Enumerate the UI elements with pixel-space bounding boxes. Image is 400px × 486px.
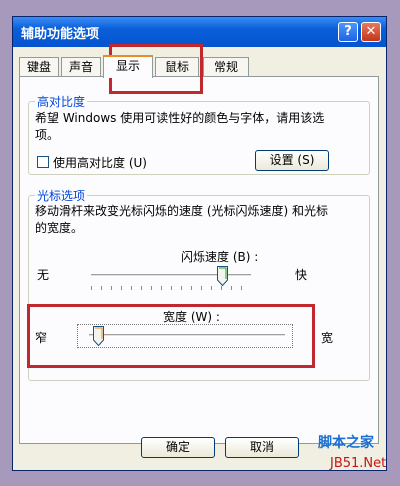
watermark-site-name: 脚本之家 (318, 435, 374, 451)
blink-max-label: 快 (295, 268, 308, 282)
high-contrast-description-line1: 希望 Windows 使用可读性好的颜色与字体，请用该选 (35, 111, 325, 125)
cursor-options-group-title: 光标选项 (35, 187, 88, 204)
high-contrast-description-line2: 项。 (35, 128, 60, 142)
cursor-options-group: 光标选项 移动滑杆来改变光标闪烁的速度 (光标闪烁速度) 和光标 的宽度。 闪烁… (27, 187, 370, 381)
display-tab-panel: 高对比度 希望 Windows 使用可读性好的颜色与字体，请用该选 项。 使用高… (19, 76, 379, 444)
width-label: 宽度 (W) : (163, 310, 220, 324)
width-slider-track[interactable] (89, 334, 285, 337)
tab-sound[interactable]: 声音 (61, 57, 101, 77)
high-contrast-description: 希望 Windows 使用可读性好的颜色与字体，请用该选 项。 (35, 110, 324, 144)
tab-general[interactable]: 常规 (203, 57, 249, 77)
title-bar[interactable]: 辅助功能选项 ? ✕ (13, 17, 386, 47)
ok-button[interactable]: 确定 (141, 437, 215, 458)
settings-button[interactable]: 设置 (S) (255, 150, 329, 171)
blink-rate-slider-thumb[interactable] (216, 266, 228, 286)
tab-display[interactable]: 显示 (103, 55, 153, 78)
width-max-label: 宽 (321, 331, 334, 345)
width-min-label: 窄 (35, 331, 48, 345)
cursor-options-description-line2: 的宽度。 (35, 221, 84, 235)
cursor-options-description: 移动滑杆来改变光标闪烁的速度 (光标闪烁速度) 和光标 的宽度。 (35, 203, 328, 237)
window-title: 辅助功能选项 (21, 27, 100, 42)
tab-keyboard[interactable]: 键盘 (19, 57, 59, 77)
width-slider-thumb[interactable] (93, 326, 105, 346)
blink-rate-label: 闪烁速度 (B) : (181, 250, 259, 264)
high-contrast-checkbox-label[interactable]: 使用高对比度 (U) (53, 154, 147, 171)
cancel-button[interactable]: 取消 (225, 437, 299, 458)
high-contrast-group: 高对比度 希望 Windows 使用可读性好的颜色与字体，请用该选 项。 使用高… (28, 93, 370, 175)
watermark-url: JB51.Net (330, 456, 387, 471)
accessibility-options-dialog: 辅助功能选项 ? ✕ 键盘 声音 显示 鼠标 常规 高对比度 希望 Window… (12, 16, 387, 471)
blink-min-label: 无 (37, 268, 50, 282)
high-contrast-checkbox[interactable] (37, 156, 49, 168)
high-contrast-group-title: 高对比度 (35, 93, 88, 110)
help-button[interactable]: ? (338, 22, 358, 42)
cursor-options-description-line1: 移动滑杆来改变光标闪烁的速度 (光标闪烁速度) 和光标 (35, 204, 328, 218)
close-button[interactable]: ✕ (361, 22, 381, 42)
blink-rate-slider-ticks (91, 286, 251, 290)
